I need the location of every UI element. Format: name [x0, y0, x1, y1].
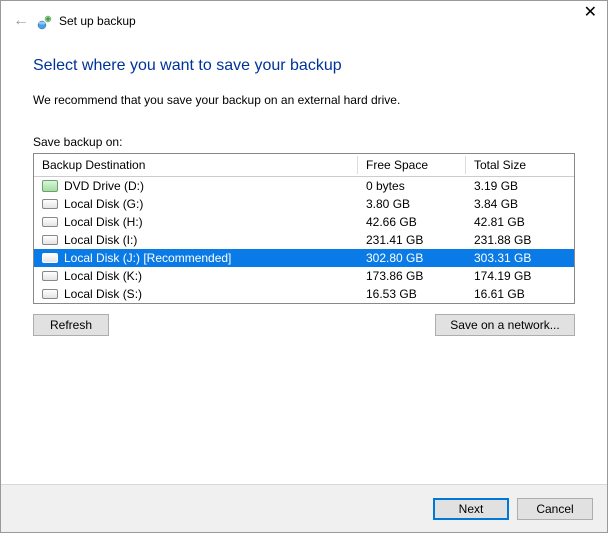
cell-free-space: 42.66 GB	[358, 213, 466, 231]
table-header-row: Backup Destination Free Space Total Size	[34, 154, 574, 177]
drive-name: Local Disk (S:)	[64, 287, 142, 301]
table-row[interactable]: DVD Drive (D:) 0 bytes3.19 GB	[34, 177, 574, 196]
drive-name: Local Disk (K:)	[64, 269, 142, 283]
drive-name: DVD Drive (D:)	[64, 179, 144, 193]
drive-table-container: Backup Destination Free Space Total Size…	[33, 153, 575, 304]
cell-total-size: 174.19 GB	[466, 267, 574, 285]
cell-destination: Local Disk (K:)	[34, 267, 358, 285]
table-row[interactable]: Local Disk (I:) 231.41 GB231.88 GB	[34, 231, 574, 249]
cell-total-size: 3.84 GB	[466, 195, 574, 213]
action-button-row: Refresh Save on a network...	[33, 314, 575, 336]
table-row[interactable]: Local Disk (H:) 42.66 GB42.81 GB	[34, 213, 574, 231]
disk-drive-icon	[42, 271, 58, 281]
cell-free-space: 173.86 GB	[358, 267, 466, 285]
page-description: We recommend that you save your backup o…	[33, 93, 575, 107]
cell-destination: Local Disk (I:)	[34, 231, 358, 249]
table-row[interactable]: Local Disk (G:) 3.80 GB3.84 GB	[34, 195, 574, 213]
cell-destination: DVD Drive (D:)	[34, 177, 358, 196]
cell-total-size: 42.81 GB	[466, 213, 574, 231]
content-area: Select where you want to save your backu…	[1, 37, 607, 336]
disk-drive-icon	[42, 235, 58, 245]
header-free-space[interactable]: Free Space	[358, 154, 466, 177]
back-arrow-icon[interactable]: ←	[13, 12, 29, 30]
close-button[interactable]: ✕	[584, 5, 597, 21]
cell-free-space: 16.53 GB	[358, 285, 466, 303]
cell-destination: Local Disk (S:)	[34, 285, 358, 303]
list-label: Save backup on:	[33, 135, 575, 149]
cell-total-size: 231.88 GB	[466, 231, 574, 249]
cell-total-size: 303.31 GB	[466, 249, 574, 267]
save-on-network-button[interactable]: Save on a network...	[435, 314, 575, 336]
next-button[interactable]: Next	[433, 498, 509, 520]
header-destination[interactable]: Backup Destination	[34, 154, 358, 177]
table-row[interactable]: Local Disk (J:) [Recommended] 302.80 GB30…	[34, 249, 574, 267]
dvd-drive-icon	[42, 180, 58, 192]
drive-name: Local Disk (H:)	[64, 215, 143, 229]
header-total-size[interactable]: Total Size	[466, 154, 574, 177]
drive-name: Local Disk (I:)	[64, 233, 137, 247]
cell-free-space: 3.80 GB	[358, 195, 466, 213]
disk-drive-icon	[42, 199, 58, 209]
cell-destination: Local Disk (H:)	[34, 213, 358, 231]
refresh-button[interactable]: Refresh	[33, 314, 109, 336]
cell-total-size: 16.61 GB	[466, 285, 574, 303]
drive-table: Backup Destination Free Space Total Size…	[34, 154, 574, 303]
cancel-button[interactable]: Cancel	[517, 498, 593, 520]
table-row[interactable]: Local Disk (S:) 16.53 GB16.61 GB	[34, 285, 574, 303]
footer-bar: Next Cancel	[1, 484, 607, 532]
disk-drive-icon	[42, 217, 58, 227]
backup-wizard-icon	[37, 14, 53, 30]
titlebar: ← Set up backup	[1, 1, 607, 37]
disk-drive-icon	[42, 253, 58, 263]
drive-name: Local Disk (G:)	[64, 197, 143, 211]
drive-name: Local Disk (J:) [Recommended]	[64, 251, 231, 265]
cell-total-size: 3.19 GB	[466, 177, 574, 196]
disk-drive-icon	[42, 289, 58, 299]
cell-free-space: 0 bytes	[358, 177, 466, 196]
table-row[interactable]: Local Disk (K:) 173.86 GB174.19 GB	[34, 267, 574, 285]
cell-free-space: 302.80 GB	[358, 249, 466, 267]
window-title: Set up backup	[59, 14, 136, 28]
cell-free-space: 231.41 GB	[358, 231, 466, 249]
cell-destination: Local Disk (G:)	[34, 195, 358, 213]
cell-destination: Local Disk (J:) [Recommended]	[34, 249, 358, 267]
page-heading: Select where you want to save your backu…	[33, 57, 575, 75]
